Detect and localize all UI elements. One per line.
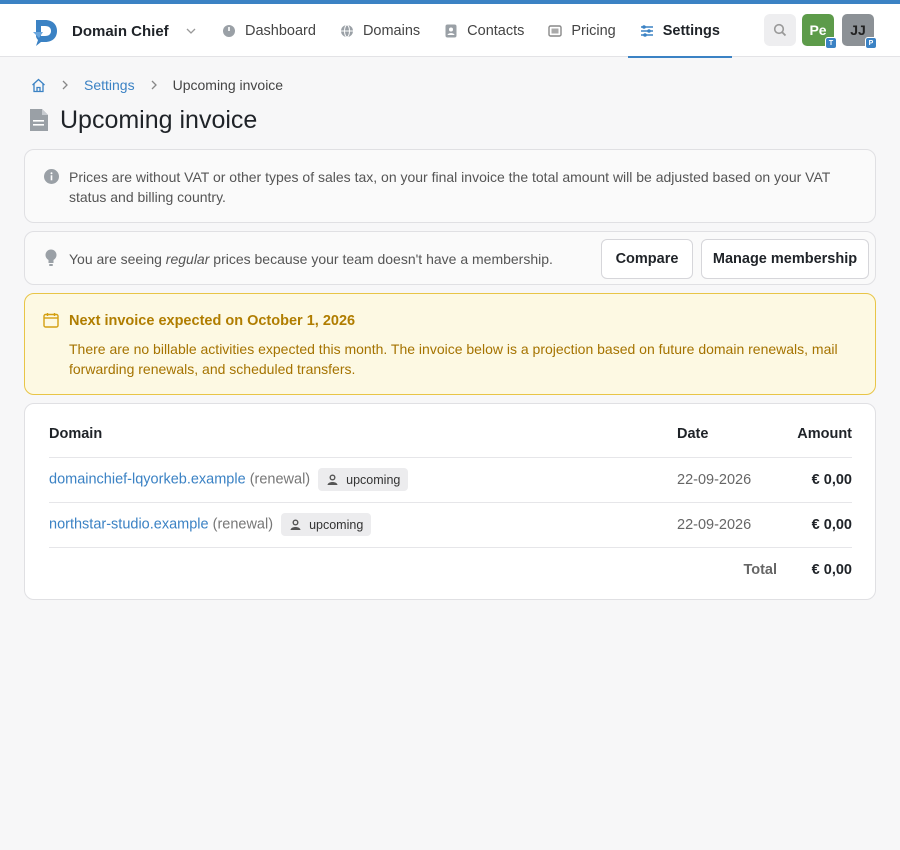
user-avatar-badge: P: [865, 37, 877, 49]
page-title-row: Upcoming invoice: [28, 104, 257, 136]
amount-cell: € 0,00: [777, 456, 852, 502]
team-avatar[interactable]: Pe T: [802, 14, 837, 49]
nav-dashboard[interactable]: Dashboard: [210, 4, 328, 57]
total-label: Total: [677, 546, 777, 592]
domain-cell: domainchief-lqyorkeb.example (renewal) u…: [49, 456, 677, 502]
table-row: domainchief-lqyorkeb.example (renewal) u…: [49, 456, 852, 502]
manage-membership-button[interactable]: Manage membership: [701, 239, 869, 279]
top-navbar: Domain Chief Dashboard Domains Contacts …: [0, 4, 900, 58]
domain-cell: northstar-studio.example (renewal) upcom…: [49, 501, 677, 547]
breadcrumb-settings-link[interactable]: Settings: [84, 77, 135, 93]
nav-settings-label: Settings: [662, 22, 720, 39]
membership-text-before: You are seeing: [69, 251, 166, 267]
membership-text-after: prices because your team doesn't have a …: [209, 251, 553, 267]
chevron-right-icon: [62, 80, 68, 90]
invoice-table-card: Domain Date Amount domainchief-lqyorkeb.…: [24, 403, 876, 600]
membership-text-emphasis: regular: [165, 251, 210, 267]
nav-dashboard-label: Dashboard: [245, 22, 316, 39]
page-title: Upcoming invoice: [60, 105, 258, 134]
column-header-domain: Domain: [49, 426, 103, 443]
waiting-user-icon: [327, 474, 338, 485]
chevron-right-icon: [151, 80, 157, 90]
date-cell: 22-09-2026: [677, 456, 777, 502]
nav-contacts-label: Contacts: [467, 22, 525, 39]
date-cell: 22-09-2026: [677, 501, 777, 547]
vat-info-panel: Prices are without VAT or other types of…: [24, 149, 876, 223]
membership-text: You are seeing regular prices because yo…: [69, 249, 553, 269]
domain-chief-logo-icon: [33, 20, 57, 46]
next-invoice-title: Next invoice expected on October 1, 2026: [69, 313, 356, 329]
compare-button[interactable]: Compare: [601, 239, 693, 279]
membership-panel: You are seeing regular prices because yo…: [24, 231, 876, 285]
home-icon[interactable]: [31, 78, 46, 93]
nav-pricing[interactable]: Pricing: [536, 4, 627, 57]
renewal-label: (renewal): [249, 471, 311, 488]
chevron-down-icon: [186, 28, 196, 34]
brand-name: Domain Chief: [72, 22, 169, 40]
calendar-icon: [43, 313, 59, 328]
column-header-date: Date: [677, 426, 709, 443]
next-invoice-text: There are no billable activities expecte…: [69, 341, 838, 377]
breadcrumb-current: Upcoming invoice: [172, 77, 284, 93]
breadcrumb: Settings Upcoming invoice: [31, 76, 283, 94]
lightbulb-icon: [45, 249, 57, 266]
pricing-tag-icon: [548, 24, 563, 37]
invoice-table: Domain Date Amount domainchief-lqyorkeb.…: [49, 412, 852, 592]
brand-switcher[interactable]: Domain Chief: [31, 16, 197, 46]
main-nav: Dashboard Domains Contacts Pricing Setti…: [210, 4, 733, 58]
status-badge: upcoming: [281, 513, 372, 536]
nav-pricing-label: Pricing: [571, 22, 616, 39]
vat-info-text: Prices are without VAT or other types of…: [69, 169, 831, 205]
total-spacer: [49, 546, 677, 592]
total-row: Total € 0,00: [49, 546, 852, 592]
nav-contacts[interactable]: Contacts: [432, 4, 536, 57]
dashboard-gauge-icon: [223, 24, 235, 37]
domain-link[interactable]: domainchief-lqyorkeb.example: [49, 471, 246, 487]
status-badge-label: upcoming: [346, 472, 401, 487]
column-header-amount: Amount: [797, 426, 852, 443]
settings-sliders-icon: [640, 24, 653, 37]
nav-settings[interactable]: Settings: [627, 4, 733, 58]
table-header-row: Domain Date Amount: [49, 412, 852, 457]
nav-domains-label: Domains: [362, 22, 421, 39]
info-icon: [44, 169, 59, 184]
search-icon: [773, 23, 787, 37]
team-avatar-badge: T: [825, 37, 837, 49]
table-row: northstar-studio.example (renewal) upcom…: [49, 501, 852, 547]
invoice-document-icon: [30, 109, 48, 131]
total-amount: € 0,00: [777, 546, 852, 592]
status-badge: upcoming: [318, 468, 409, 491]
next-invoice-notice: Next invoice expected on October 1, 2026…: [24, 293, 876, 395]
globe-icon: [340, 24, 353, 37]
status-badge-label: upcoming: [309, 517, 364, 532]
nav-domains[interactable]: Domains: [328, 4, 432, 57]
amount-cell: € 0,00: [777, 501, 852, 547]
waiting-user-icon: [290, 519, 301, 530]
contact-card-icon: [445, 24, 457, 37]
renewal-label: (renewal): [212, 516, 274, 533]
domain-link[interactable]: northstar-studio.example: [49, 516, 209, 532]
search-button[interactable]: [764, 14, 796, 46]
user-avatar[interactable]: JJ P: [842, 14, 877, 49]
